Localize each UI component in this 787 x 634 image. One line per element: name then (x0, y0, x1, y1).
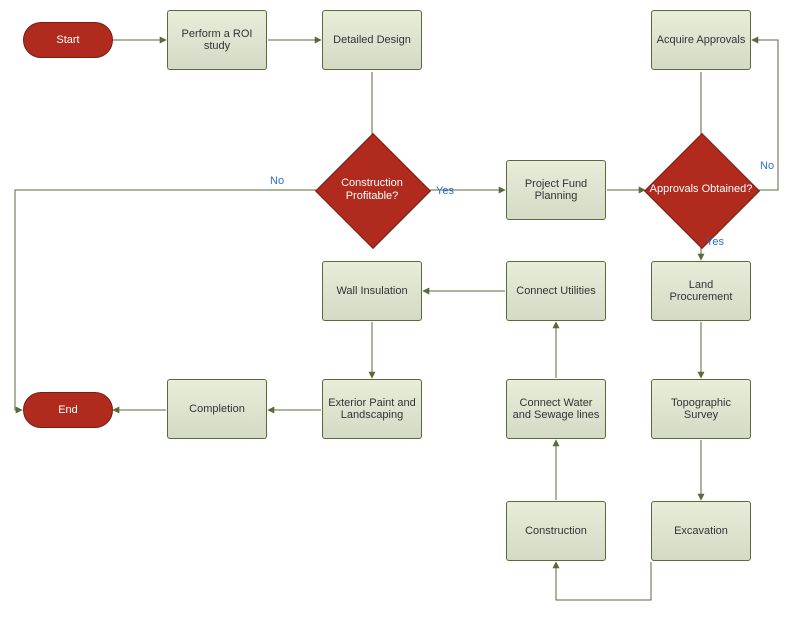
construction-node: Construction (506, 501, 606, 561)
water-label: Connect Water and Sewage lines (511, 397, 601, 421)
utilities-node: Connect Utilities (506, 261, 606, 321)
paint-label: Exterior Paint and Landscaping (327, 397, 417, 421)
survey-label: Topographic Survey (656, 397, 746, 421)
acquire-approvals-node: Acquire Approvals (651, 10, 751, 70)
funding-node: Project Fund Planning (506, 160, 606, 220)
acquire-approvals-label: Acquire Approvals (657, 34, 746, 46)
excavation-node: Excavation (651, 501, 751, 561)
start-node: Start (23, 22, 113, 58)
insulation-node: Wall Insulation (322, 261, 422, 321)
land-node: Land Procurement (651, 261, 751, 321)
approvals-no-label: No (760, 160, 774, 172)
land-label: Land Procurement (656, 279, 746, 303)
excavation-label: Excavation (674, 525, 728, 537)
approvals-yes-label: Yes (706, 236, 724, 248)
profitable-decision: Construction Profitable? (317, 150, 427, 230)
profitable-yes-label: Yes (436, 185, 454, 197)
insulation-label: Wall Insulation (336, 285, 407, 297)
roi-node: Perform a ROI study (167, 10, 267, 70)
design-label: Detailed Design (333, 34, 411, 46)
survey-node: Topographic Survey (651, 379, 751, 439)
profitable-label: Construction Profitable? (317, 150, 427, 230)
paint-node: Exterior Paint and Landscaping (322, 379, 422, 439)
funding-label: Project Fund Planning (511, 178, 601, 202)
approvals-decision: Approvals Obtained? (646, 150, 756, 230)
profitable-no-label: No (270, 175, 284, 187)
design-node: Detailed Design (322, 10, 422, 70)
completion-node: Completion (167, 379, 267, 439)
water-node: Connect Water and Sewage lines (506, 379, 606, 439)
end-node: End (23, 392, 113, 428)
construction-label: Construction (525, 525, 587, 537)
end-label: End (58, 404, 78, 416)
completion-label: Completion (189, 403, 245, 415)
start-label: Start (56, 34, 79, 46)
approvals-label: Approvals Obtained? (646, 150, 756, 230)
roi-label: Perform a ROI study (172, 28, 262, 52)
utilities-label: Connect Utilities (516, 285, 595, 297)
